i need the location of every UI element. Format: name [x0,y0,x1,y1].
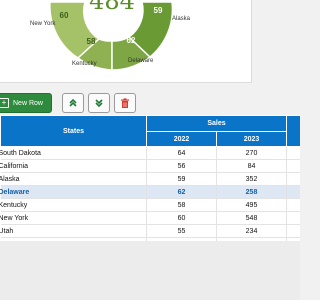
cell-2022[interactable]: 59 [146,172,217,186]
double-chevron-up-icon [69,98,77,107]
cell-state[interactable]: Kentucky [0,198,147,212]
chart-panel: 484 60 58 62 59 New York Kentucky Delawa… [0,0,252,83]
cell-2022[interactable]: 55 [146,224,217,238]
cell-2022[interactable]: 62 [146,185,217,199]
cell-extra[interactable] [286,146,300,160]
cell-2023[interactable]: 258 [216,185,288,199]
column-header-2023[interactable]: 2023 [215,131,288,147]
data-grid: States Sales 2022 2023 South Dakota 64 2… [0,115,300,241]
segment-label-delaware: 62 [127,36,136,45]
new-row-button[interactable]: + New Row [0,93,52,113]
cell-2023[interactable]: 548 [216,211,288,225]
cell-2022[interactable]: 60 [146,211,217,225]
trash-icon [120,97,129,108]
column-header-2022[interactable]: 2022 [146,131,217,147]
cell-extra[interactable] [286,185,300,199]
cell-extra[interactable] [286,198,300,212]
cell-2022[interactable]: 58 [146,198,217,212]
cell-2023[interactable]: 352 [216,172,288,186]
segment-label-kentucky: 58 [87,37,96,46]
cell-extra[interactable] [286,172,300,186]
cell-2023[interactable]: 84 [216,159,288,173]
outer-label-kentucky: Kentucky [72,61,97,67]
column-header-extra [286,115,300,147]
column-header-states[interactable]: States [0,115,147,147]
cell-state[interactable]: Alaska [0,172,147,186]
cell-2023[interactable]: 270 [216,146,288,160]
segment-label-new-york: 60 [60,11,69,20]
move-up-button[interactable] [61,93,84,113]
plus-square-icon: + [0,98,9,108]
cell-2023[interactable]: 495 [216,198,288,212]
table-row[interactable]: Utah 55 234 [0,224,300,238]
table-row[interactable]: New York 60 548 [0,211,300,225]
donut-chart: 484 60 58 62 59 New York Kentucky Delawa… [30,0,191,71]
donut-center-value: 484 [89,0,135,15]
outer-label-delaware: Delaware [128,58,154,64]
table-row-selected[interactable]: Delaware 62 258 [0,185,300,199]
cell-2022[interactable]: 64 [146,146,217,160]
cell-extra[interactable] [286,159,300,173]
outer-label-new-york: New York [30,21,56,27]
cell-state[interactable]: California [0,159,147,173]
table-row[interactable]: Alaska 59 352 [0,172,300,186]
cell-state[interactable]: Utah [0,224,147,238]
cell-extra[interactable] [286,211,300,225]
cell-state[interactable]: South Dakota [0,146,147,160]
delete-row-button[interactable] [113,93,136,113]
column-header-sales[interactable]: Sales [145,115,288,132]
move-down-button[interactable] [87,93,110,113]
table-row[interactable]: South Dakota 64 270 [0,146,300,160]
grid-toolbar: + New Row [0,92,300,114]
segment-label-alaska: 59 [154,6,163,15]
table-row[interactable]: Kentucky 58 495 [0,198,300,212]
cell-state[interactable]: Delaware [0,185,147,199]
double-chevron-down-icon [95,99,103,108]
cell-extra[interactable] [286,224,300,238]
outer-label-alaska: Alaska [172,16,191,22]
cell-2023[interactable]: 234 [216,224,288,238]
table-row[interactable]: California 56 84 [0,159,300,173]
page-background [0,241,300,300]
new-row-label: New Row [13,99,43,107]
cell-2022[interactable]: 56 [146,159,217,173]
cell-state[interactable]: New York [0,211,147,225]
